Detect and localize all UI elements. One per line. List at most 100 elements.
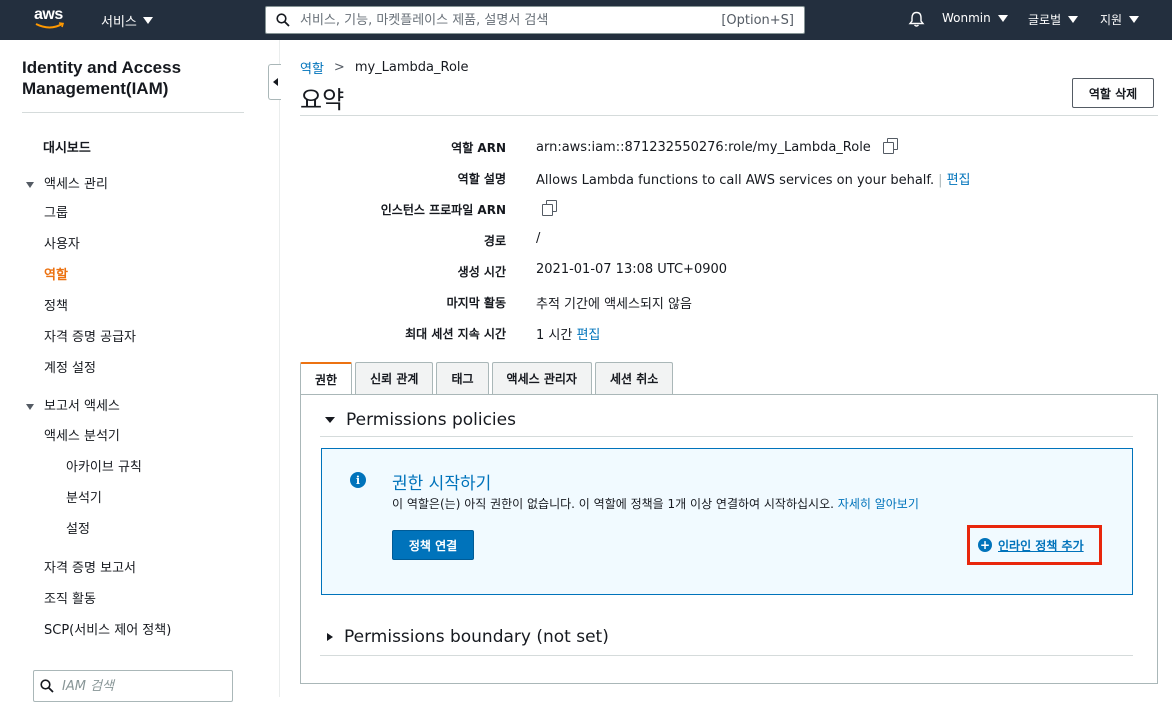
sidebar-item-settings[interactable]: 설정 [66, 518, 90, 537]
attach-policies-button[interactable]: 정책 연결 [392, 530, 474, 560]
sidebar-item-account-settings[interactable]: 계정 설정 [44, 357, 96, 376]
learn-more-link[interactable]: 자세히 알아보기 [838, 497, 919, 511]
chevron-down-icon [1068, 16, 1079, 23]
info-message: 이 역할은(는) 아직 권한이 없습니다. 이 역할에 정책을 1개 이상 연결… [392, 497, 834, 511]
permissions-policies-heading: Permissions policies [346, 410, 516, 430]
sidebar-item-users[interactable]: 사용자 [44, 233, 80, 252]
sidebar-divider [22, 112, 244, 113]
tab-revoke-sessions[interactable]: 세션 취소 [594, 362, 674, 394]
copy-icon[interactable] [542, 200, 557, 216]
creation-time-label: 생성 시간 [457, 265, 506, 279]
sidebar-item-access-analyzer[interactable]: 액세스 분석기 [44, 425, 120, 444]
iam-search-input[interactable] [62, 678, 212, 694]
role-arn-value: arn:aws:iam::871232550276:role/my_Lambda… [536, 138, 898, 155]
instance-profile-arn-label: 인스턴스 프로파일 ARN [380, 203, 506, 217]
creation-time-value: 2021-01-07 13:08 UTC+0900 [536, 262, 728, 277]
sidebar-group-label: 보고서 액세스 [44, 399, 120, 414]
sidebar-item-organization-activity[interactable]: 조직 활동 [44, 588, 96, 607]
user-label: Wonmin [942, 11, 991, 25]
breadcrumb-roles-link[interactable]: 역할 [300, 58, 324, 77]
chevron-down-icon [997, 14, 1008, 22]
permissions-policies-header[interactable]: Permissions policies [325, 410, 516, 430]
sidebar-group-label: 액세스 관리 [44, 177, 108, 192]
caret-left-icon [272, 78, 278, 86]
tab-tags[interactable]: 태그 [436, 362, 489, 394]
max-session-duration-value: 1 시간 편집 [536, 324, 600, 343]
top-navigation-bar: aws 서비스 [Option+S] Wonmin 글로벌 지원 [0, 0, 1172, 40]
sidebar-item-roles[interactable]: 역할 [44, 264, 68, 283]
role-arn-label: 역할 ARN [451, 141, 506, 155]
iam-search[interactable] [33, 670, 233, 702]
sidebar-group-access-reports[interactable]: 보고서 액세스 [26, 395, 120, 414]
max-session-duration-label: 최대 세션 지속 시간 [405, 327, 506, 341]
sidebar-title[interactable]: Identity and Access Management(IAM) [22, 57, 242, 99]
sidebar-item-identity-providers[interactable]: 자격 증명 공급자 [44, 326, 136, 345]
sidebar-group-access-management[interactable]: 액세스 관리 [26, 173, 108, 192]
section-divider [320, 436, 1133, 437]
caret-down-icon [26, 181, 34, 188]
breadcrumb-separator: > [333, 60, 345, 75]
sidebar-item-scp[interactable]: SCP(서비스 제어 정책) [44, 619, 171, 638]
plus-circle-icon: + [978, 538, 992, 552]
role-description-text: Allows Lambda functions to call AWS serv… [536, 173, 935, 188]
info-title: 권한 시작하기 [392, 474, 492, 494]
sidebar-item-archive-rules[interactable]: 아카이브 규칙 [66, 456, 142, 475]
search-icon [276, 13, 290, 27]
support-label: 지원 [1100, 13, 1123, 27]
info-icon: i [350, 472, 366, 488]
caret-down-icon [325, 417, 335, 423]
delete-role-button[interactable]: 역할 삭제 [1072, 78, 1154, 108]
page-title: 요약 [300, 86, 345, 114]
region-label: 글로벌 [1028, 13, 1062, 27]
aws-smile-icon [35, 22, 65, 29]
path-value: / [536, 231, 541, 246]
last-activity-label: 마지막 활동 [446, 296, 506, 310]
user-menu[interactable]: Wonmin [942, 11, 1008, 25]
section-divider [320, 655, 1133, 656]
edit-description-link[interactable]: 편집 [947, 173, 971, 188]
breadcrumb-current: my_Lambda_Role [354, 60, 469, 75]
info-text: 이 역할은(는) 아직 권한이 없습니다. 이 역할에 정책을 1개 이상 연결… [392, 495, 919, 512]
role-arn-text: arn:aws:iam::871232550276:role/my_Lambda… [536, 140, 871, 155]
services-menu[interactable]: 서비스 [101, 11, 153, 30]
caret-right-icon [327, 633, 333, 641]
role-description-label: 역할 설명 [457, 172, 506, 186]
instance-profile-arn-value [536, 200, 557, 217]
add-inline-policy-label: 인라인 정책 추가 [998, 538, 1084, 553]
aws-logo[interactable]: aws [34, 6, 68, 32]
separator: | [938, 173, 943, 188]
tab-trust-relationships[interactable]: 신뢰 관계 [355, 362, 434, 394]
role-description-value: Allows Lambda functions to call AWS serv… [536, 169, 970, 188]
sidebar: Identity and Access Management(IAM) [0, 40, 280, 697]
chevron-down-icon [142, 17, 153, 24]
path-label: 경로 [483, 234, 506, 248]
support-menu[interactable]: 지원 [1100, 11, 1140, 28]
tab-access-advisor[interactable]: 액세스 관리자 [491, 362, 592, 394]
last-activity-value: 추적 기간에 액세스되지 않음 [536, 297, 692, 312]
sidebar-item-policies[interactable]: 정책 [44, 295, 68, 314]
sidebar-item-credential-report[interactable]: 자격 증명 보고서 [44, 557, 136, 576]
services-label: 서비스 [101, 15, 137, 30]
bell-icon [908, 11, 925, 27]
global-search[interactable]: [Option+S] [265, 6, 805, 34]
edit-session-duration-link[interactable]: 편집 [576, 328, 600, 343]
search-icon [40, 679, 54, 693]
copy-icon[interactable] [882, 138, 898, 154]
search-input[interactable] [300, 12, 722, 28]
max-session-duration-text: 1 시간 [536, 328, 573, 343]
sidebar-item-analyzers[interactable]: 분석기 [66, 487, 102, 506]
breadcrumb: 역할 > my_Lambda_Role [300, 58, 469, 77]
search-shortcut-hint: [Option+S] [721, 12, 794, 28]
caret-down-icon [26, 403, 34, 410]
title-divider [300, 115, 1158, 116]
sidebar-collapse-button[interactable] [268, 64, 281, 100]
notifications-button[interactable] [908, 11, 925, 28]
sidebar-item-groups[interactable]: 그룹 [44, 202, 68, 221]
tab-permissions[interactable]: 권한 [300, 362, 353, 395]
permissions-boundary-header[interactable]: Permissions boundary (not set) [327, 627, 609, 647]
role-tabs: 권한 신뢰 관계 태그 액세스 관리자 세션 취소 [300, 362, 674, 395]
sidebar-item-dashboard[interactable]: 대시보드 [43, 137, 91, 156]
add-inline-policy-button[interactable]: + 인라인 정책 추가 [967, 525, 1102, 565]
region-menu[interactable]: 글로벌 [1028, 11, 1079, 28]
permissions-boundary-heading: Permissions boundary (not set) [344, 627, 609, 647]
